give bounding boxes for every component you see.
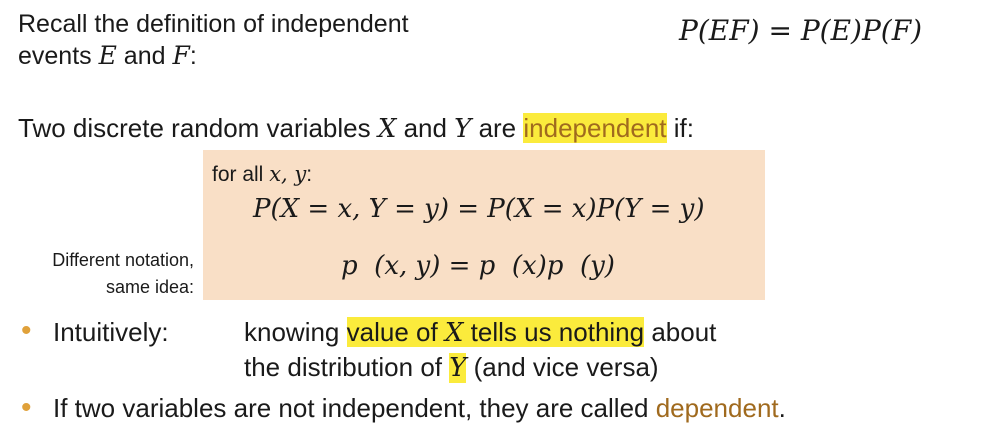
definition-line: Two discrete random variables X and Y ar…	[18, 113, 694, 144]
var-e: E	[98, 41, 117, 70]
bullet-label-intuitively: Intuitively:	[53, 317, 169, 347]
pmf-formula: p (x, y) = p (x)p (y)	[341, 251, 615, 281]
notation-note-line-2: same idea:	[105, 277, 194, 297]
definition-box: for all x, y: P(X = x, Y = y) = P(X = x)…	[203, 150, 765, 300]
term-independent: independent	[523, 113, 667, 143]
formula-independent-events: P(EF) = P(E)P(F)	[679, 14, 923, 47]
joint-prob-formula: P(X = x, Y = y) = P(X = x)P(Y = y)	[253, 194, 705, 224]
intuition-line-1: knowing value of X tells us nothing abou…	[244, 317, 717, 348]
bullet-dot-2: •	[21, 391, 32, 424]
notation-note-line-1: Different notation,	[52, 250, 194, 270]
for-all-label: for all x, y:	[212, 162, 313, 186]
highlight-var-y: Y	[449, 353, 467, 383]
term-dependent: dependent	[655, 393, 779, 423]
highlight-value-of-x: value of X tells us nothing	[346, 317, 645, 348]
bullet-dot-1: •	[21, 314, 32, 347]
notation-note: Different notation, same idea:	[20, 247, 194, 301]
var-f: F	[172, 41, 190, 70]
recall-line-1: Recall the definition of independent	[18, 10, 409, 38]
dependent-line: If two variables are not independent, th…	[53, 393, 786, 423]
recall-text: Recall the definition of independent eve…	[18, 9, 409, 72]
var-y: Y	[454, 114, 472, 144]
intuition-line-2: the distribution of Y (and vice versa)	[244, 352, 659, 383]
recall-line-2: events E and F:	[18, 41, 197, 70]
var-x: X	[377, 114, 397, 144]
